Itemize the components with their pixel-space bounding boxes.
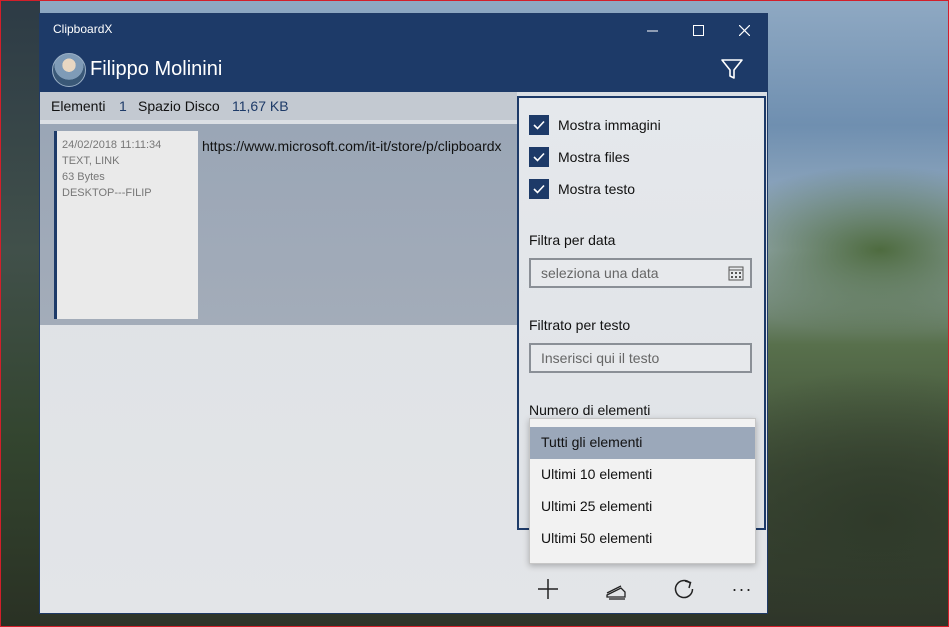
show-text-label: Mostra testo <box>558 181 636 197</box>
title-bar[interactable]: ClipboardX <box>40 14 767 46</box>
user-avatar[interactable] <box>52 53 86 87</box>
show-files-checkbox[interactable]: Mostra files <box>529 146 630 168</box>
disk-space-value: 11,67 KB <box>232 98 289 114</box>
minimize-button[interactable] <box>629 14 675 46</box>
checkmark-icon <box>529 115 549 135</box>
user-header: Filippo Molinini <box>40 46 767 92</box>
dropdown-option-all[interactable]: Tutti gli elementi <box>530 427 755 459</box>
date-picker-placeholder: seleziona una data <box>541 265 659 281</box>
stats-bar: Elementi 1 Spazio Disco 11,67 KB <box>40 92 517 120</box>
item-types: TEXT, LINK <box>62 155 120 167</box>
dropdown-option-last-25[interactable]: Ultimi 25 elementi <box>530 491 755 523</box>
elements-label: Elementi <box>51 98 106 114</box>
app-window: ClipboardX Filippo Molinini Elementi 1 S… <box>40 14 767 613</box>
close-button[interactable] <box>721 14 767 46</box>
item-content[interactable]: https://www.microsoft.com/it-it/store/p/… <box>202 138 515 154</box>
date-filter-label: Filtra per data <box>529 232 616 248</box>
dropdown-option-last-10[interactable]: Ultimi 10 elementi <box>530 459 755 491</box>
app-title: ClipboardX <box>53 22 113 36</box>
maximize-icon <box>692 24 704 36</box>
checkmark-icon <box>529 147 549 167</box>
show-images-label: Mostra immagini <box>558 117 661 133</box>
maximize-button[interactable] <box>675 14 721 46</box>
show-text-checkbox[interactable]: Mostra testo <box>529 178 635 200</box>
close-icon <box>738 24 750 36</box>
refresh-button[interactable] <box>666 572 702 606</box>
show-files-label: Mostra files <box>558 149 630 165</box>
clipboard-item[interactable]: 24/02/2018 11:11:34 TEXT, LINK 63 Bytes … <box>40 124 517 325</box>
clear-button[interactable] <box>598 572 634 606</box>
item-info-card: 24/02/2018 11:11:34 TEXT, LINK 63 Bytes … <box>54 131 198 319</box>
desktop-left-edge <box>0 0 40 627</box>
item-timestamp: 24/02/2018 11:11:34 <box>62 139 162 151</box>
show-images-checkbox[interactable]: Mostra immagini <box>529 114 661 136</box>
text-filter-input[interactable]: Inserisci qui il testo <box>529 343 752 373</box>
calendar-icon <box>728 266 744 281</box>
add-icon <box>538 579 558 599</box>
count-filter-label: Numero di elementi <box>529 402 651 418</box>
more-button[interactable]: ··· <box>724 572 760 606</box>
dropdown-option-last-50[interactable]: Ultimi 50 elementi <box>530 523 755 555</box>
text-filter-placeholder: Inserisci qui il testo <box>541 350 660 366</box>
disk-space-label: Spazio Disco <box>138 98 220 114</box>
count-filter-dropdown[interactable]: Tutti gli elementi Ultimi 10 elementi Ul… <box>529 418 756 564</box>
add-button[interactable] <box>530 572 566 606</box>
elements-count: 1 <box>119 98 127 114</box>
filter-button[interactable] <box>718 55 746 83</box>
checkmark-icon <box>529 179 549 199</box>
refresh-icon <box>674 579 694 599</box>
minimize-icon <box>646 30 658 31</box>
filter-icon <box>721 59 743 79</box>
item-device: DESKTOP---FILIP <box>62 187 152 199</box>
date-picker-field[interactable]: seleziona una data <box>529 258 752 288</box>
text-filter-label: Filtrato per testo <box>529 317 631 333</box>
item-size: 63 Bytes <box>62 171 105 183</box>
eraser-icon <box>606 585 626 600</box>
user-name: Filippo Molinini <box>90 58 223 80</box>
